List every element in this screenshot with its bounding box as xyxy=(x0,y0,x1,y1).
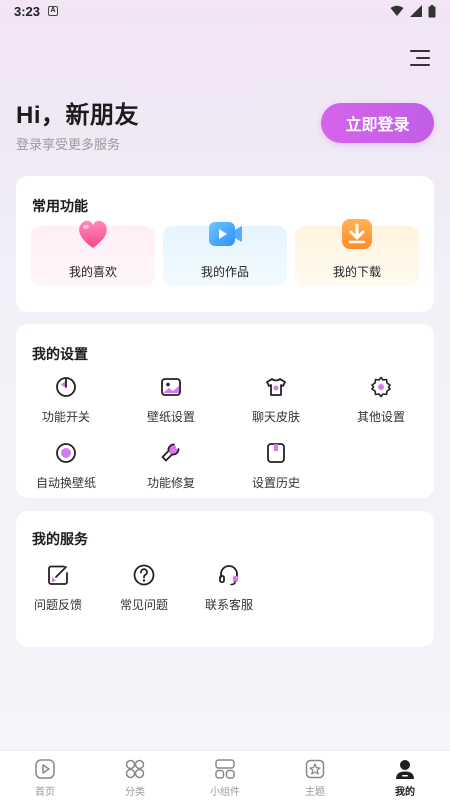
play-icon xyxy=(35,759,55,779)
notification-icon: A xyxy=(48,6,59,16)
heart-icon xyxy=(79,220,107,248)
setting-wallpaper-label: 壁纸设置 xyxy=(146,410,195,424)
my-settings-title: 我的设置 xyxy=(32,346,88,362)
history-icon xyxy=(267,443,285,463)
status-time: 3:23 xyxy=(14,3,41,19)
setting-repair[interactable]: 功能修复 xyxy=(131,441,211,491)
tab-category-label: 分类 xyxy=(125,787,145,798)
headset-icon xyxy=(219,565,238,586)
grid-icon xyxy=(125,759,145,779)
setting-other-label: 其他设置 xyxy=(356,410,405,424)
tab-home-label: 首页 xyxy=(35,787,55,798)
battery-icon xyxy=(428,4,436,17)
shirt-icon xyxy=(266,378,286,396)
status-indicators xyxy=(390,4,436,18)
tab-home[interactable]: 首页 xyxy=(0,751,90,800)
service-contact[interactable]: 联系客服 xyxy=(189,563,269,613)
greeting-subtitle: 登录享受更多服务 xyxy=(16,137,121,152)
profile-icon xyxy=(396,760,414,779)
common-functions-title: 常用功能 xyxy=(32,198,88,214)
service-contact-label: 联系客服 xyxy=(204,598,253,612)
download-icon xyxy=(342,219,372,249)
setting-feature-toggle-label: 功能开关 xyxy=(41,410,90,424)
my-works-tile[interactable]: 我的作品 xyxy=(163,222,287,286)
login-button[interactable]: 立即登录 xyxy=(321,103,434,143)
setting-chat-skin[interactable]: 聊天皮肤 xyxy=(236,375,316,425)
my-downloads-tile[interactable]: 我的下载 xyxy=(295,219,419,286)
bottom-tab-bar: 首页 分类 小组件 主题 我的 xyxy=(0,750,450,800)
setting-chat-skin-label: 聊天皮肤 xyxy=(251,410,300,424)
my-downloads-label: 我的下载 xyxy=(332,265,381,279)
video-camera-icon xyxy=(209,222,242,246)
tab-category[interactable]: 分类 xyxy=(90,751,180,800)
setting-auto-wallpaper-label: 自动换壁纸 xyxy=(35,476,96,490)
my-works-label: 我的作品 xyxy=(200,265,249,279)
service-faq[interactable]: 常见问题 xyxy=(104,563,184,613)
wifi-icon xyxy=(390,5,404,16)
my-services-card: 我的服务 问题反馈 常见问题 联系客服 xyxy=(16,511,434,647)
menu-icon[interactable] xyxy=(406,50,430,68)
tab-theme[interactable]: 主题 xyxy=(270,751,360,800)
tab-mine-label: 我的 xyxy=(395,787,415,798)
service-faq-label: 常见问题 xyxy=(119,598,168,612)
power-icon xyxy=(56,377,76,397)
gear-icon xyxy=(371,376,391,398)
service-feedback-label: 问题反馈 xyxy=(33,598,82,612)
my-favorites-label: 我的喜欢 xyxy=(68,265,117,279)
my-services-title: 我的服务 xyxy=(32,531,88,547)
my-favorites-tile[interactable]: 我的喜欢 xyxy=(31,220,155,286)
setting-history-label: 设置历史 xyxy=(251,476,300,490)
question-icon xyxy=(133,564,155,586)
setting-other[interactable]: 其他设置 xyxy=(341,375,421,425)
tab-widget-label: 小组件 xyxy=(210,787,240,798)
setting-repair-label: 功能修复 xyxy=(146,476,195,490)
tab-theme-label: 主题 xyxy=(305,787,325,798)
auto-wallpaper-icon xyxy=(56,443,76,463)
feedback-icon xyxy=(48,565,68,585)
service-feedback[interactable]: 问题反馈 xyxy=(18,563,98,613)
status-bar: 3:23 A xyxy=(0,0,450,22)
greeting-title: Hi，新朋友 xyxy=(16,102,139,129)
wrench-icon xyxy=(161,443,180,462)
my-settings-card: 我的设置 功能开关 壁纸设置 聊天皮肤 其他设置 自动换壁纸 功能修复 设置历史 xyxy=(16,324,434,498)
theme-icon xyxy=(305,759,325,779)
widget-icon xyxy=(215,759,235,779)
setting-auto-wallpaper[interactable]: 自动换壁纸 xyxy=(26,441,106,491)
image-icon xyxy=(161,378,181,396)
common-functions-card: 常用功能 我的喜欢 我的作品 我的下载 xyxy=(16,176,434,312)
setting-wallpaper[interactable]: 壁纸设置 xyxy=(131,375,211,425)
setting-history[interactable]: 设置历史 xyxy=(236,441,316,491)
tab-widget[interactable]: 小组件 xyxy=(180,751,270,800)
tab-mine[interactable]: 我的 xyxy=(360,751,450,800)
signal-icon xyxy=(410,5,422,17)
setting-feature-toggle[interactable]: 功能开关 xyxy=(26,375,106,425)
